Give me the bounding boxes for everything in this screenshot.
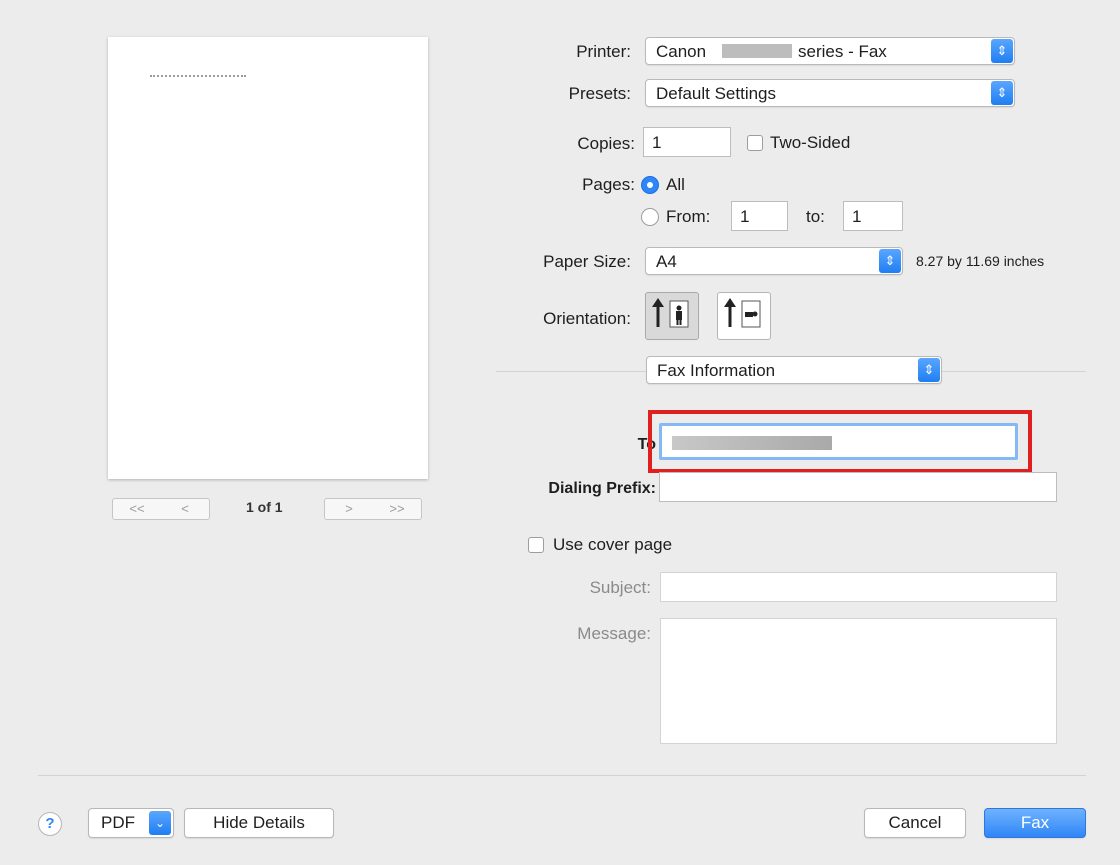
first-page-button[interactable]: <<	[113, 499, 161, 519]
help-button[interactable]: ?	[38, 812, 62, 836]
copies-label: Copies:	[577, 134, 635, 153]
to-field[interactable]	[659, 423, 1018, 460]
pages-label: Pages:	[582, 175, 635, 194]
two-sided-checkbox[interactable]	[747, 135, 763, 151]
printer-label: Printer:	[576, 42, 631, 61]
previous-page-button[interactable]: <	[161, 499, 209, 519]
page-preview	[108, 37, 428, 479]
pages-to-value: 1	[852, 207, 862, 226]
message-label: Message:	[577, 624, 651, 643]
pages-from-field[interactable]: 1	[731, 201, 788, 231]
use-cover-page-checkbox[interactable]	[528, 537, 544, 553]
printer-name-redacted	[722, 44, 792, 58]
stepper-icon: ⇕	[991, 39, 1013, 63]
landscape-icon	[724, 298, 761, 328]
landscape-button[interactable]	[717, 292, 771, 340]
pages-all-label: All	[666, 175, 685, 194]
next-page-button[interactable]: >	[325, 499, 373, 519]
pages-from-label: From:	[666, 207, 711, 226]
portrait-icon	[652, 298, 689, 328]
use-cover-page-label: Use cover page	[553, 535, 673, 554]
portrait-button[interactable]	[645, 292, 699, 340]
printer-popup[interactable]: Canon series - Fax ⇕	[645, 37, 1015, 65]
orientation-label: Orientation:	[543, 309, 631, 328]
dialing-prefix-field[interactable]	[659, 472, 1057, 502]
preview-text-line	[150, 75, 246, 78]
pages-to-field[interactable]: 1	[843, 201, 903, 231]
fax-button[interactable]: Fax	[984, 808, 1086, 838]
preview-nav-back[interactable]: << <	[112, 498, 210, 520]
section-popup-value: Fax Information	[657, 361, 776, 380]
hide-details-button[interactable]: Hide Details	[184, 808, 334, 838]
subject-field[interactable]	[660, 572, 1057, 602]
cancel-button[interactable]: Cancel	[864, 808, 966, 838]
pages-from-radio[interactable]	[641, 208, 659, 226]
two-sided-label: Two-Sided	[770, 133, 851, 152]
printer-name-suffix: series - Fax	[798, 42, 887, 61]
presets-popup[interactable]: Default Settings ⇕	[645, 79, 1015, 107]
presets-value: Default Settings	[656, 84, 777, 103]
message-field[interactable]	[660, 618, 1057, 744]
chevron-down-icon: ⌄	[149, 811, 171, 835]
copies-value: 1	[652, 133, 662, 152]
paper-size-popup[interactable]: A4 ⇕	[645, 247, 903, 275]
page-indicator: 1 of 1	[246, 499, 283, 515]
pdf-label: PDF	[101, 813, 135, 832]
pdf-menu-button[interactable]: PDF ⌄	[88, 808, 174, 838]
stepper-icon: ⇕	[879, 249, 901, 273]
copies-field[interactable]: 1	[643, 127, 731, 157]
footer-divider	[38, 775, 1086, 776]
paper-size-dimensions: 8.27 by 11.69 inches	[916, 253, 1045, 269]
last-page-button[interactable]: >>	[373, 499, 421, 519]
stepper-icon: ⇕	[991, 81, 1013, 105]
to-value-redacted	[672, 436, 832, 450]
question-icon: ?	[45, 815, 55, 832]
pages-all-radio[interactable]	[641, 176, 659, 194]
stepper-icon: ⇕	[918, 358, 940, 382]
preview-nav-forward[interactable]: > >>	[324, 498, 422, 520]
section-popup[interactable]: Fax Information ⇕	[646, 356, 942, 384]
presets-label: Presets:	[568, 84, 631, 103]
pages-from-value: 1	[740, 207, 750, 226]
paper-size-value: A4	[656, 252, 677, 271]
subject-label: Subject:	[589, 578, 651, 597]
pages-to-label: to:	[806, 207, 825, 226]
dialing-prefix-label: Dialing Prefix:	[548, 480, 656, 497]
paper-size-label: Paper Size:	[543, 252, 631, 271]
printer-name-prefix: Canon	[656, 42, 707, 61]
